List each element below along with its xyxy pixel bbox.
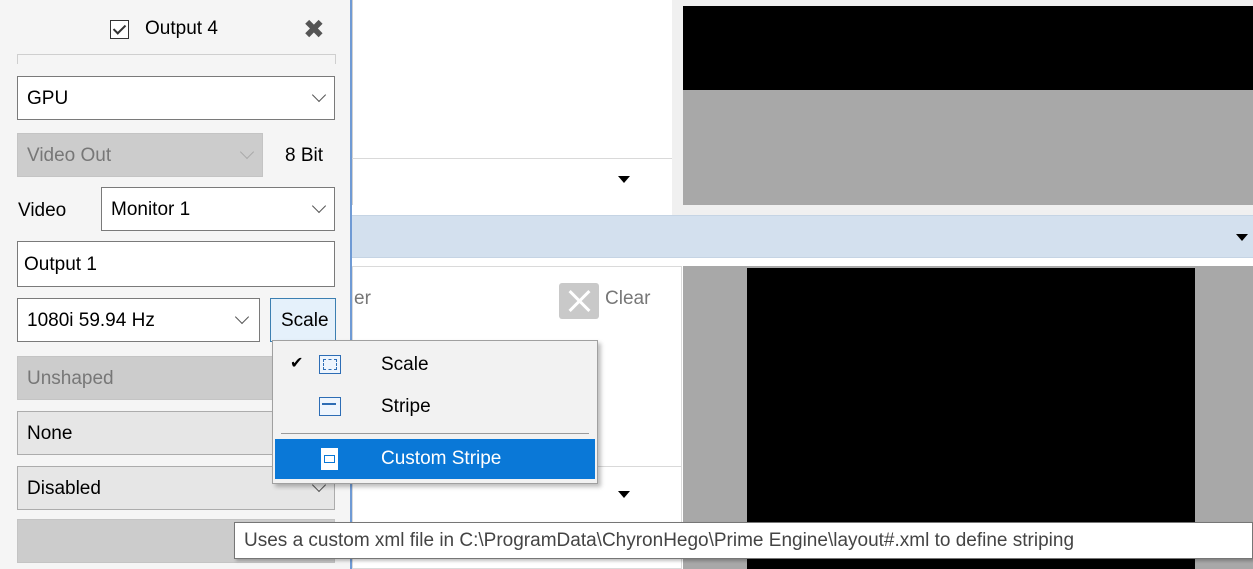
menu-item-scale[interactable]: ✔ Scale — [275, 345, 595, 385]
key-mode-value: Unshaped — [27, 368, 114, 389]
checkmark-icon: ✔ — [290, 355, 304, 372]
scale-mode-button[interactable]: Scale — [270, 298, 336, 342]
video-out-select: Video Out — [17, 133, 263, 177]
output-enabled-checkbox[interactable] — [110, 20, 129, 39]
panel-title: Output 4 — [145, 18, 218, 39]
partially-hidden-label: er — [354, 288, 371, 309]
section-header-band[interactable] — [352, 215, 1253, 258]
gpu-select[interactable]: GPU — [17, 76, 335, 120]
dropdown-arrow-icon[interactable] — [618, 491, 630, 498]
chevron-down-icon — [311, 87, 327, 103]
chevron-down-icon — [239, 144, 255, 160]
pane-divider — [352, 158, 672, 159]
monitor-select[interactable]: Monitor 1 — [101, 187, 335, 231]
output-name-value: Output 1 — [24, 254, 97, 275]
video-format-value: 1080i 59.94 Hz — [27, 310, 155, 331]
menu-item-label: Stripe — [381, 396, 431, 417]
group-box-frame — [17, 54, 336, 64]
sync-select[interactable]: None — [17, 411, 277, 455]
monitor-select-value: Monitor 1 — [111, 199, 191, 220]
scale-button-label: Scale — [281, 310, 329, 331]
status-select-value: Disabled — [27, 478, 101, 499]
upper-content-pane — [352, 0, 672, 205]
bit-depth-label: 8 Bit — [285, 145, 324, 166]
scale-mode-menu: ✔ Scale Stripe Custom Stripe — [272, 340, 598, 484]
dropdown-arrow-icon[interactable] — [618, 176, 630, 183]
menu-item-custom-stripe[interactable]: Custom Stripe — [275, 439, 595, 479]
document-icon — [321, 448, 338, 470]
menu-separator — [281, 433, 589, 434]
scale-icon — [319, 355, 341, 374]
menu-item-stripe[interactable]: Stripe — [275, 387, 595, 427]
menu-item-label: Custom Stripe — [381, 448, 502, 469]
clear-button-label[interactable]: Clear — [605, 288, 650, 310]
sync-select-value: None — [27, 423, 73, 444]
key-mode-select: Unshaped — [17, 356, 277, 400]
video-preview-top — [683, 6, 1253, 90]
video-preview-top-letterbox — [683, 90, 1253, 205]
stripe-icon — [319, 397, 341, 416]
tooltip-text: Uses a custom xml file in C:\ProgramData… — [244, 530, 1075, 551]
close-icon[interactable]: ✖ — [303, 14, 325, 45]
chevron-down-icon — [311, 198, 327, 214]
chevron-down-icon — [234, 309, 250, 325]
section-dropdown-arrow-icon[interactable] — [1236, 234, 1248, 241]
tooltip: Uses a custom xml file in C:\ProgramData… — [234, 522, 1253, 559]
video-out-select-value: Video Out — [27, 145, 112, 166]
video-label: Video — [18, 200, 67, 221]
video-format-select[interactable]: 1080i 59.94 Hz — [17, 298, 260, 342]
gpu-select-value: GPU — [27, 88, 69, 109]
clear-icon[interactable] — [559, 283, 599, 319]
menu-item-label: Scale — [381, 354, 429, 375]
output-name-input[interactable]: Output 1 — [17, 241, 335, 287]
